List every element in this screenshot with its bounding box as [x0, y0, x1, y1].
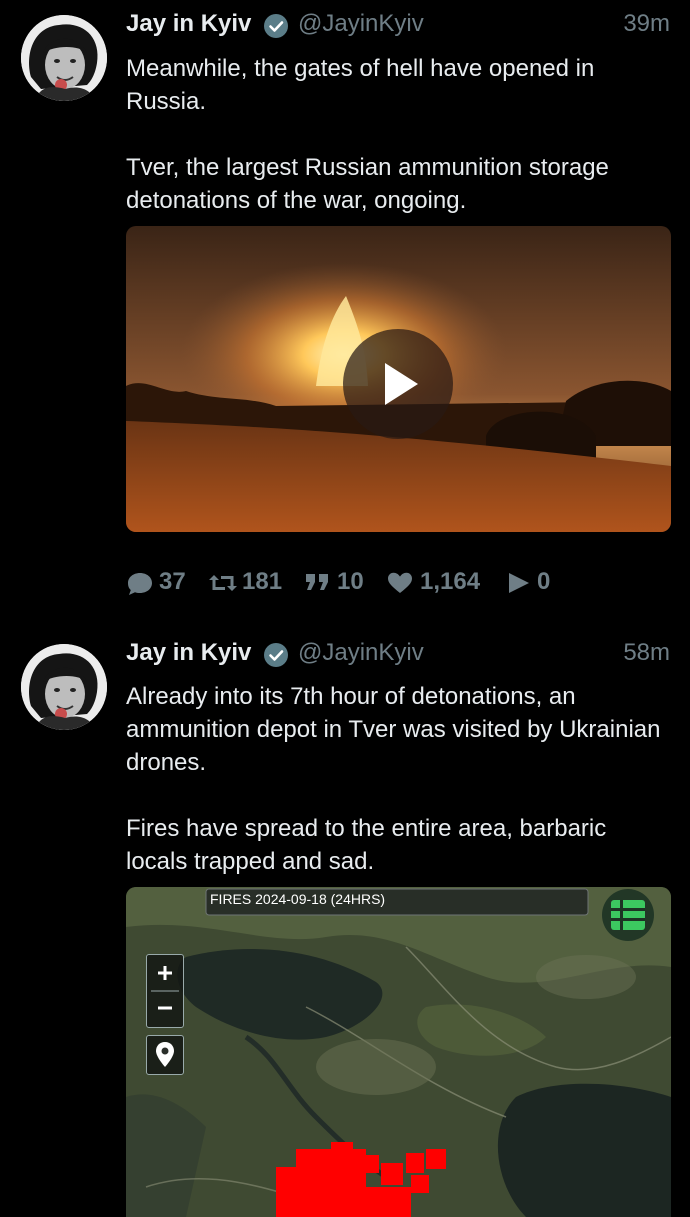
tweet-paragraph: Tver, the largest Russian ammunition sto… [126, 154, 609, 214]
avatar[interactable] [21, 644, 107, 730]
author-name[interactable]: Jay in Kyiv [126, 639, 251, 667]
map-header: FIRES 2024-09-18 (24HRS) [210, 891, 386, 907]
reply-count: 37 [159, 568, 186, 595]
map-zoom-controls [146, 954, 184, 1028]
reply-icon [128, 573, 152, 595]
views-button[interactable]: 0 [508, 568, 558, 598]
retweet-button[interactable]: 181 [208, 568, 288, 598]
tweet-paragraph: Meanwhile, the gates of hell have opened… [126, 55, 595, 115]
retweet-icon [209, 575, 237, 591]
avatar[interactable] [21, 15, 107, 101]
tweet-paragraph: Fires have spread to the entire area, ba… [126, 815, 607, 875]
quote-icon [306, 574, 328, 590]
timestamp[interactable]: 39m [623, 10, 670, 38]
tweet-header: Jay in Kyiv @JayinKyiv 39m [126, 10, 670, 44]
video-thumbnail[interactable] [126, 226, 671, 532]
tweet-actions: 37 181 10 1,164 0 [126, 568, 586, 598]
views-count: 0 [537, 568, 551, 595]
author-handle[interactable]: @JayinKyiv [298, 10, 424, 38]
location-icon [156, 1042, 174, 1067]
timestamp[interactable]: 58m [623, 639, 670, 667]
layers-icon[interactable] [602, 889, 654, 941]
map-image[interactable]: FIRES 2024-09-18 (24HRS) [126, 887, 671, 1217]
tweet-text: Already into its 7th hour of detonations… [126, 680, 671, 878]
reply-button[interactable]: 37 [126, 568, 190, 598]
tweet-text: Meanwhile, the gates of hell have opened… [126, 52, 671, 217]
like-icon [388, 572, 412, 593]
author-name[interactable]: Jay in Kyiv [126, 10, 251, 38]
quote-button[interactable]: 10 [304, 568, 368, 598]
zoom-in-icon[interactable] [158, 966, 172, 980]
views-icon [509, 573, 529, 593]
verified-badge-icon [264, 643, 288, 667]
tweet-2[interactable]: Jay in Kyiv @JayinKyiv 58m Already into … [0, 630, 690, 1217]
like-count: 1,164 [420, 568, 481, 595]
tweet-header: Jay in Kyiv @JayinKyiv 58m [126, 639, 670, 673]
play-icon[interactable] [343, 329, 453, 439]
tweet-paragraph: Already into its 7th hour of detonations… [126, 683, 661, 776]
verified-badge-icon [264, 14, 288, 38]
quote-count: 10 [337, 568, 364, 595]
author-handle[interactable]: @JayinKyiv [298, 639, 424, 667]
retweet-count: 181 [242, 568, 283, 595]
like-button[interactable]: 1,164 [387, 568, 487, 598]
map-location-button[interactable] [146, 1035, 184, 1075]
tweet-1[interactable]: Jay in Kyiv @JayinKyiv 39m Meanwhile, th… [0, 0, 690, 620]
